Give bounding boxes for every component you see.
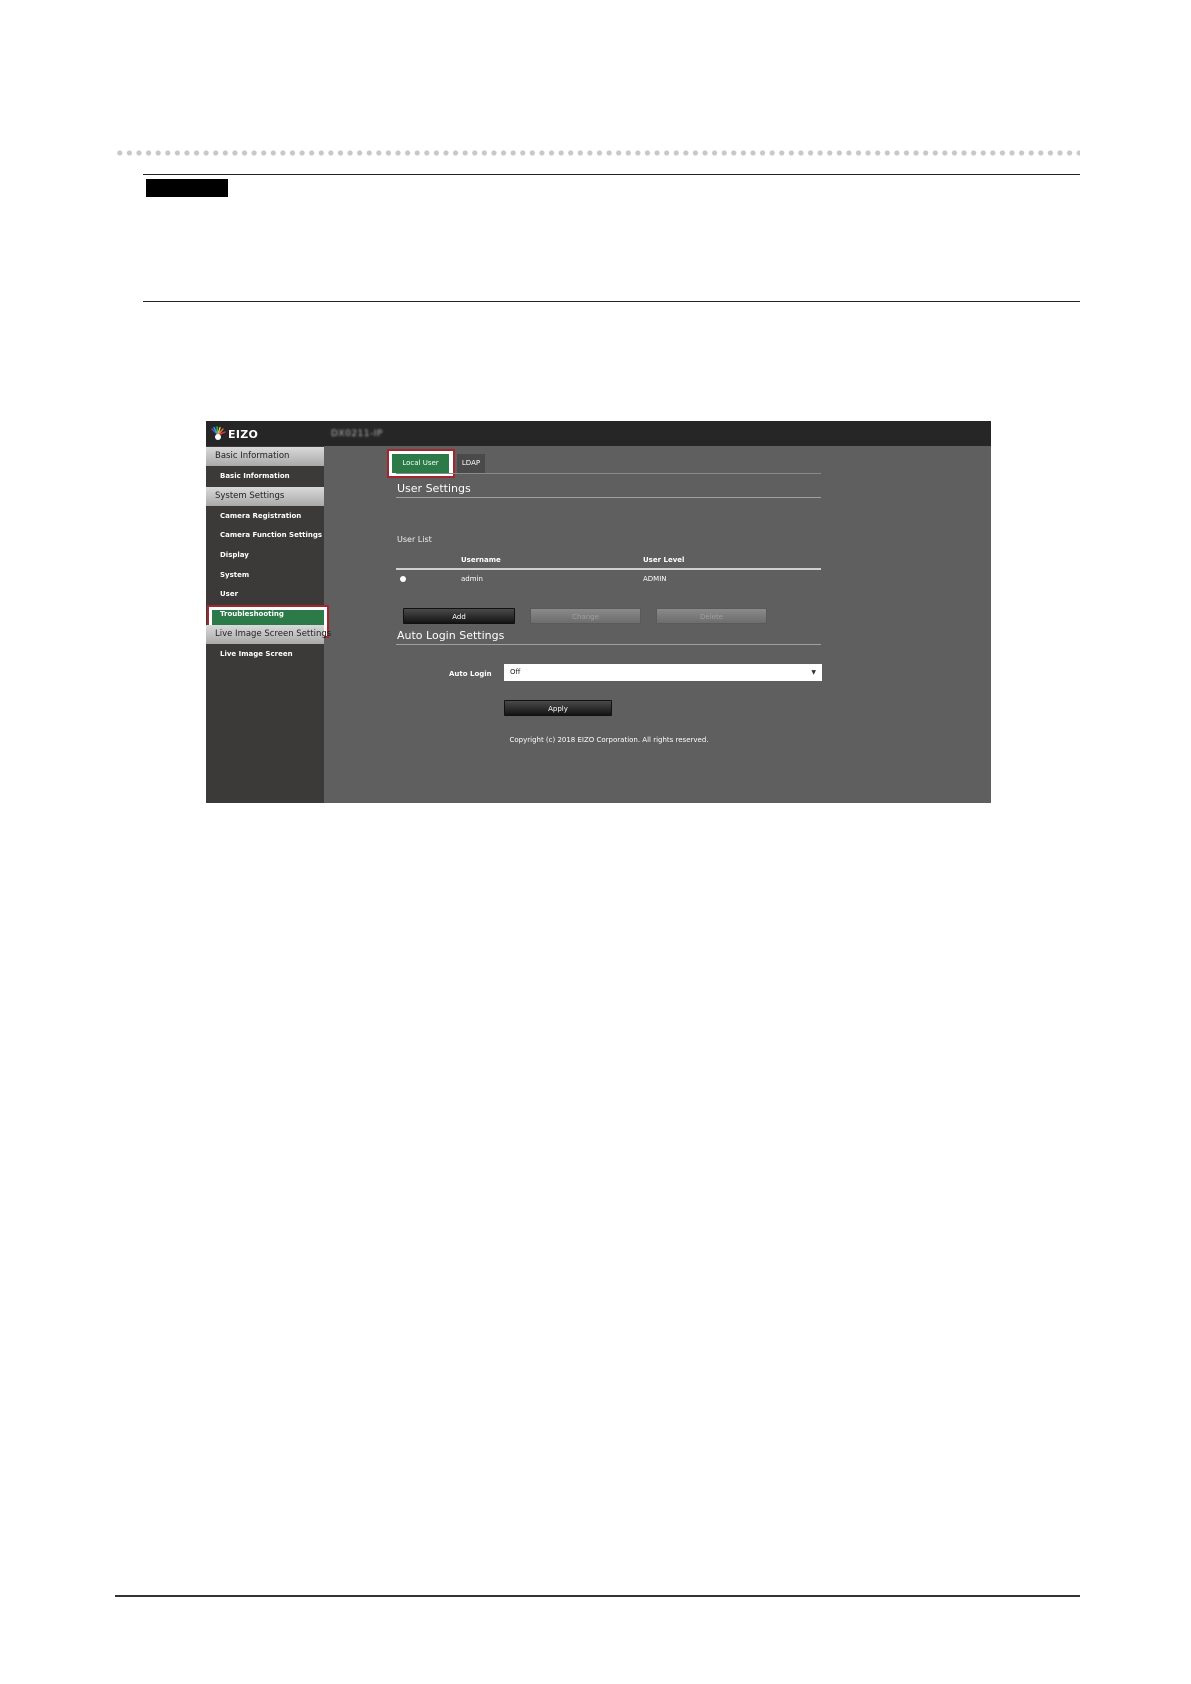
admin-web-screenshot: EIZO DX0211-IP Basic Information Basic I… — [206, 421, 991, 803]
top-bar: EIZO DX0211-IP — [206, 421, 991, 446]
sidebar: Basic Information Basic Information Syst… — [206, 446, 331, 803]
column-header-username: Username — [461, 556, 501, 564]
dotted-separator — [115, 150, 1080, 156]
auto-login-value: Off — [510, 668, 521, 676]
auto-login-label: Auto Login — [449, 670, 492, 678]
user-settings-divider — [396, 497, 821, 498]
note-rule-top — [143, 174, 1080, 175]
user-settings-title: User Settings — [397, 482, 471, 495]
footer-rule — [115, 1595, 1080, 1597]
sidebar-item-user[interactable]: User — [206, 585, 324, 604]
table-header-divider — [396, 568, 821, 570]
sidebar-item-system[interactable]: System — [206, 566, 324, 585]
sidebar-item-camera-registration[interactable]: Camera Registration — [206, 507, 324, 526]
sidebar-group-system-settings[interactable]: System Settings — [206, 487, 324, 506]
tab-divider — [396, 473, 821, 474]
apply-button[interactable]: Apply — [504, 700, 612, 716]
sidebar-group-live-image-screen-settings[interactable]: Live Image Screen Settings — [206, 625, 331, 644]
note-rule-bottom — [143, 301, 1080, 302]
sidebar-item-camera-function-settings[interactable]: Camera Function Settings — [206, 526, 324, 545]
brand-logo: EIZO — [210, 426, 258, 442]
auto-login-select[interactable]: Off ▼ — [504, 664, 822, 681]
cell-username: admin — [461, 575, 483, 583]
note-label-block — [146, 179, 228, 197]
sidebar-group-basic-information[interactable]: Basic Information — [206, 447, 324, 466]
tab-ldap[interactable]: LDAP — [457, 454, 485, 473]
chevron-down-icon: ▼ — [811, 669, 816, 676]
add-button[interactable]: Add — [403, 608, 515, 624]
copyright-text: Copyright (c) 2018 EIZO Corporation. All… — [509, 736, 709, 744]
auto-login-divider — [396, 644, 821, 645]
user-list-label: User List — [397, 535, 432, 544]
cell-user-level: ADMIN — [643, 575, 667, 583]
sidebar-item-troubleshooting[interactable]: Troubleshooting — [206, 605, 324, 624]
delete-button[interactable]: Delete — [656, 608, 767, 624]
device-name: DX0211-IP — [331, 429, 383, 439]
user-row-radio[interactable] — [400, 576, 406, 582]
tab-local-user[interactable]: Local User — [392, 454, 449, 473]
sidebar-item-basic-information[interactable]: Basic Information — [206, 467, 324, 486]
eizo-logo-icon — [211, 426, 226, 440]
change-button[interactable]: Change — [530, 608, 641, 624]
logo-text: EIZO — [228, 427, 259, 441]
main-content: Local User LDAP User Settings User List … — [324, 446, 991, 803]
sidebar-item-live-image-screen[interactable]: Live Image Screen — [206, 645, 324, 664]
auto-login-settings-title: Auto Login Settings — [397, 629, 505, 642]
sidebar-item-display[interactable]: Display — [206, 546, 324, 565]
column-header-user-level: User Level — [643, 556, 685, 564]
